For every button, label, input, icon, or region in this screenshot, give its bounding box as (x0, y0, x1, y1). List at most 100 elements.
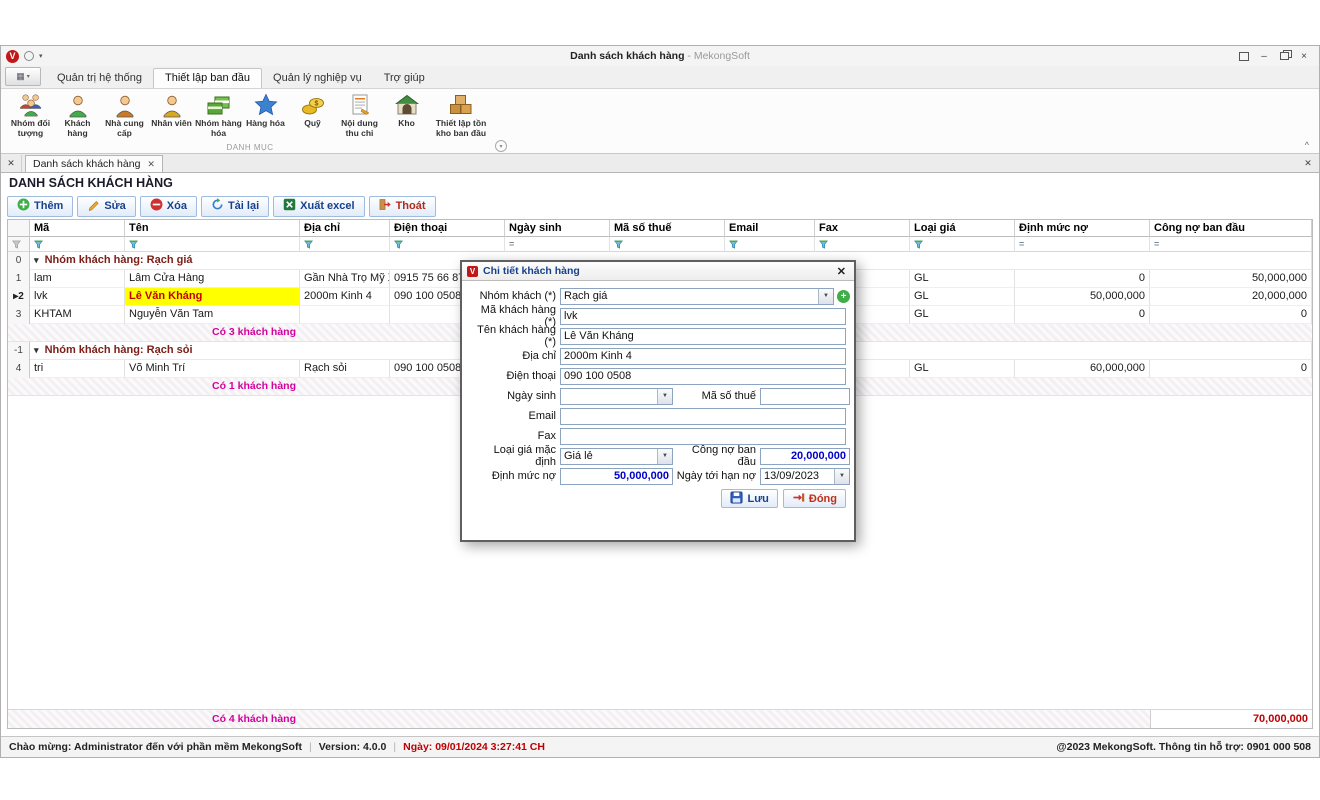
close-window-button[interactable]: × (1297, 49, 1311, 63)
collapse-caret-icon[interactable]: ▾ (34, 345, 39, 355)
group-dialog-launcher-icon[interactable]: ▾ (495, 140, 507, 152)
ribbon-item-customers[interactable]: Khách hàng (54, 91, 101, 139)
minimize-button[interactable]: – (1257, 49, 1271, 63)
column-header-fax[interactable]: Fax (815, 220, 910, 237)
dialog-titlebar[interactable]: V Chi tiết khách hàng ✕ (462, 262, 854, 281)
cell-congno[interactable]: 20,000,000 (1150, 288, 1312, 306)
filter-cell-ngaysinh[interactable]: = (505, 237, 610, 252)
filter-cell-dienthoai[interactable] (390, 237, 505, 252)
column-header-ten[interactable]: Tên (125, 220, 300, 237)
cell-ten[interactable]: Võ Minh Trí (125, 360, 300, 378)
email-input[interactable] (560, 408, 846, 425)
column-header-dinhmuc[interactable]: Định mức nợ (1015, 220, 1150, 237)
edit-button[interactable]: Sửa (77, 196, 135, 217)
cell-ma[interactable]: lvk (30, 288, 125, 306)
birth-date-combobox[interactable]: ▼ (560, 388, 673, 405)
ribbon-tab-initial-setup[interactable]: Thiết lập ban đầu (153, 68, 262, 88)
cell-congno[interactable]: 0 (1150, 306, 1312, 324)
cell-diachi[interactable]: Gần Nhà Trọ Mỹ X... (300, 270, 390, 288)
ribbon-item-object-groups[interactable]: Nhóm đối tượng (7, 91, 54, 139)
add-group-icon[interactable]: + (837, 290, 850, 303)
filter-cell-ten[interactable] (125, 237, 300, 252)
quick-access-item-icon[interactable] (24, 51, 34, 61)
export-excel-button[interactable]: Xuất excel (273, 196, 364, 217)
save-button[interactable]: Lưu (721, 489, 777, 508)
cell-diachi[interactable] (300, 306, 390, 324)
add-button[interactable]: Thêm (7, 196, 73, 217)
document-tab-close-icon[interactable]: ✕ (147, 159, 155, 170)
debt-due-date-input[interactable] (761, 469, 834, 484)
restore-button[interactable] (1277, 49, 1291, 63)
ribbon-item-employees[interactable]: Nhân viên (148, 91, 195, 129)
tabstrip-close-left-icon[interactable]: ✕ (1, 155, 22, 172)
default-price-type-combobox[interactable]: ▼ (560, 448, 673, 465)
delete-button[interactable]: Xóa (140, 196, 197, 217)
filter-cell-fax[interactable] (815, 237, 910, 252)
cell-ma[interactable]: KHTAM (30, 306, 125, 324)
cell-dinhmuc[interactable]: 0 (1015, 306, 1150, 324)
column-header-dienthoai[interactable]: Điện thoại (390, 220, 505, 237)
cell-ten[interactable]: Lê Văn Kháng (125, 288, 300, 306)
filter-cell-loaigia[interactable] (910, 237, 1015, 252)
default-price-type-input[interactable] (561, 449, 657, 464)
filter-cell-congno[interactable]: = (1150, 237, 1312, 252)
cell-ma[interactable]: tri (30, 360, 125, 378)
column-header-diachi[interactable]: Địa chỉ (300, 220, 390, 237)
column-header-ngaysinh[interactable]: Ngày sinh (505, 220, 610, 237)
chevron-down-icon[interactable]: ▼ (657, 449, 672, 464)
cell-loaigia[interactable]: GL (910, 288, 1015, 306)
cell-dinhmuc[interactable]: 0 (1015, 270, 1150, 288)
ribbon-item-products[interactable]: Hàng hóa (242, 91, 289, 129)
column-header-loaigia[interactable]: Loại giá (910, 220, 1015, 237)
tax-code-input[interactable] (760, 388, 850, 405)
filter-cell-dinhmuc[interactable]: = (1015, 237, 1150, 252)
filter-cell-masothue[interactable] (610, 237, 725, 252)
customer-group-input[interactable] (561, 289, 818, 304)
customer-name-input[interactable] (560, 328, 846, 345)
cell-dinhmuc[interactable]: 50,000,000 (1015, 288, 1150, 306)
cell-loaigia[interactable]: GL (910, 306, 1015, 324)
chevron-down-icon[interactable]: ▼ (818, 289, 833, 304)
cell-ten[interactable]: Lâm Cửa Hàng (125, 270, 300, 288)
column-header-email[interactable]: Email (725, 220, 815, 237)
exit-button[interactable]: Thoát (369, 196, 436, 217)
filter-cell-email[interactable] (725, 237, 815, 252)
dialog-close-icon[interactable]: ✕ (834, 265, 849, 278)
chevron-down-icon[interactable]: ▼ (834, 469, 849, 484)
debt-due-date-combobox[interactable]: ▼ (760, 468, 850, 485)
cell-loaigia[interactable]: GL (910, 270, 1015, 288)
chevron-down-icon[interactable]: ▼ (657, 389, 672, 404)
document-tab-customers[interactable]: Danh sách khách hàng ✕ (25, 155, 163, 172)
collapse-caret-icon[interactable]: ▾ (34, 255, 39, 265)
fax-input[interactable] (560, 428, 846, 445)
phone-input[interactable] (560, 368, 846, 385)
column-header-congno[interactable]: Công nợ ban đầu (1150, 220, 1312, 237)
cell-diachi[interactable]: 2000m Kinh 4 (300, 288, 390, 306)
cell-ten[interactable]: Nguyễn Văn Tam (125, 306, 300, 324)
cell-congno[interactable]: 0 (1150, 360, 1312, 378)
app-menu-button[interactable]: ▦▾ (5, 67, 41, 86)
cell-congno[interactable]: 50,000,000 (1150, 270, 1312, 288)
ribbon-tab-business-management[interactable]: Quản lý nghiệp vụ (262, 69, 373, 88)
ribbon-tab-system-admin[interactable]: Quản trị hệ thống (46, 69, 153, 88)
customer-group-combobox[interactable]: ▼ (560, 288, 834, 305)
cell-ma[interactable]: lam (30, 270, 125, 288)
ribbon-item-product-groups[interactable]: Nhóm hàng hóa (195, 91, 242, 139)
customer-code-input[interactable] (560, 308, 846, 325)
tabstrip-close-right-icon[interactable]: ✕ (1297, 158, 1319, 172)
ribbon-item-suppliers[interactable]: Nhà cung cấp (101, 91, 148, 139)
filter-cell-ma[interactable] (30, 237, 125, 252)
initial-debt-input[interactable] (760, 448, 850, 465)
close-dialog-button[interactable]: Đóng (783, 489, 846, 508)
cell-diachi[interactable]: Rạch sỏi (300, 360, 390, 378)
ribbon-item-receipt-contents[interactable]: Nội dung thu chi (336, 91, 383, 139)
reload-button[interactable]: Tải lại (201, 196, 269, 217)
ribbon-collapse-icon[interactable]: ^ (1305, 140, 1309, 150)
ribbon-item-warehouses[interactable]: Kho (383, 91, 430, 129)
cell-dinhmuc[interactable]: 60,000,000 (1015, 360, 1150, 378)
cell-loaigia[interactable]: GL (910, 360, 1015, 378)
column-header-ma[interactable]: Mã (30, 220, 125, 237)
ribbon-item-funds[interactable]: $Quỹ (289, 91, 336, 129)
ribbon-tab-help[interactable]: Trợ giúp (373, 69, 436, 88)
fullscreen-button[interactable] (1237, 49, 1251, 63)
